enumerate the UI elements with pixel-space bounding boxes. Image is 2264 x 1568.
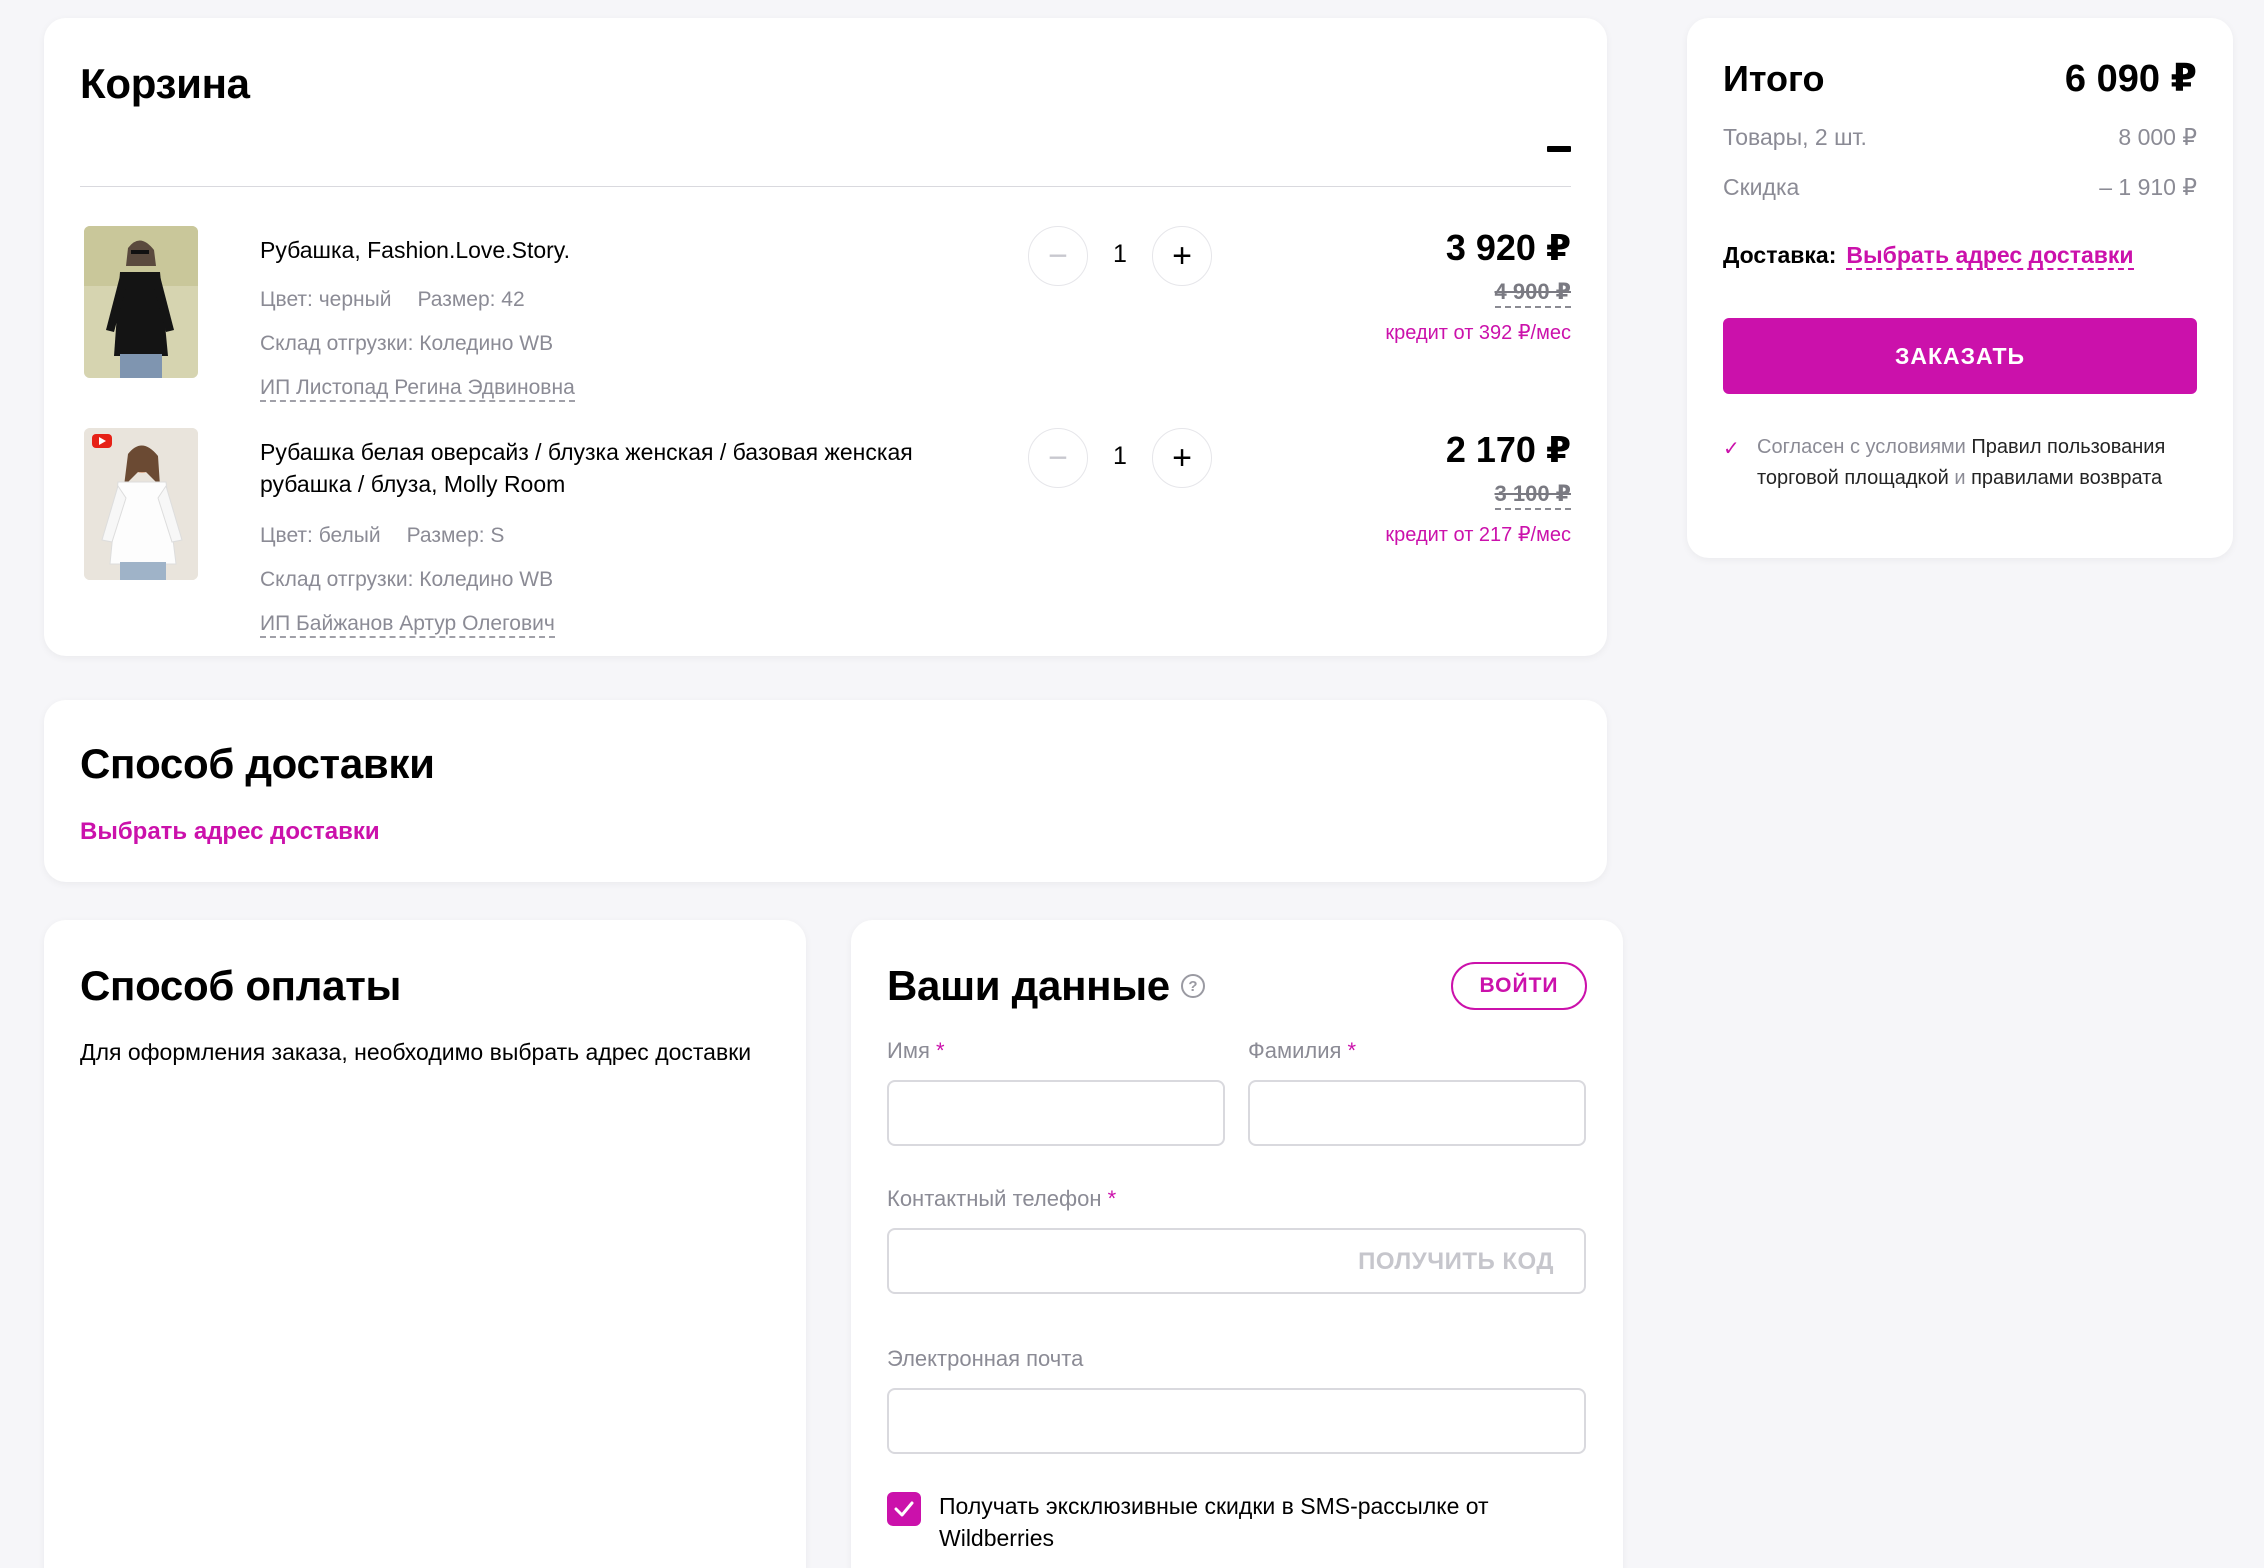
user-data-title: Ваши данные (887, 962, 1170, 1009)
required-mark: * (1107, 1186, 1117, 1211)
summary-discount-row: Скидка – 1 910 ₽ (1723, 174, 2197, 201)
qty-plus-button[interactable]: + (1152, 428, 1212, 488)
goods-value: 8 000 ₽ (2118, 124, 2197, 150)
item-price-block: 3 920 ₽ 4 900 ₽ кредит от 392 ₽/мес (1385, 226, 1571, 345)
login-button[interactable]: ВОЙТИ (1451, 962, 1587, 1010)
sms-optin-checkbox[interactable] (887, 1492, 921, 1526)
item-price-block: 2 170 ₽ 3 100 ₽ кредит от 217 ₽/мес (1385, 428, 1571, 547)
email-label: Электронная почта (887, 1346, 1084, 1371)
discount-value: – 1 910 ₽ (2099, 174, 2197, 200)
item-old-price[interactable]: 3 100 ₽ (1494, 480, 1571, 510)
item-size: Размер: S (406, 524, 505, 547)
order-button[interactable]: ЗАКАЗАТЬ (1723, 318, 2197, 394)
discount-label: Скидка (1723, 174, 1800, 200)
item-seller[interactable]: ИП Листопад Регина Эдвиновна (260, 376, 575, 402)
last-name-label-text: Фамилия (1248, 1038, 1342, 1063)
summary-total: 6 090 ₽ (2064, 58, 2197, 100)
item-price: 3 920 ₽ (1445, 227, 1571, 268)
item-old-price[interactable]: 4 900 ₽ (1494, 278, 1571, 308)
terms-prefix: Согласен с условиями (1757, 436, 1966, 458)
payment-card: Способ оплаты Для оформления заказа, нео… (44, 920, 806, 1568)
summary-title: Итого (1723, 58, 1825, 99)
cart-card: Корзина Рубашка, Fashion.Love.Story. Цве… (44, 18, 1607, 656)
product-image[interactable] (84, 226, 198, 378)
item-seller[interactable]: ИП Байжанов Артур Олегович (260, 612, 555, 638)
summary-choose-address-link[interactable]: Выбрать адрес доставки (1846, 242, 2134, 270)
first-name-label-text: Имя (887, 1038, 930, 1063)
delivery-label: Доставка: (1723, 242, 1837, 268)
last-name-label: Фамилия * (1248, 1038, 1356, 1064)
divider (80, 186, 1571, 187)
quantity-stepper: − 1 + (1028, 428, 1212, 488)
cart-item: Рубашка белая оверсайз / блузка женская … (80, 428, 1571, 638)
check-icon: ✓ (1723, 438, 1740, 460)
sms-optin-label[interactable]: Получать эксклюзивные скидки в SMS-рассы… (939, 1490, 1579, 1554)
summary-goods-row: Товары, 2 шт. 8 000 ₽ (1723, 124, 2197, 151)
qty-minus-button[interactable]: − (1028, 226, 1088, 286)
item-warehouse: Склад отгрузки: Коледино WB (260, 332, 554, 355)
first-name-field[interactable] (887, 1080, 1225, 1146)
item-attributes: Цвет: белый Размер: S (260, 524, 504, 548)
first-name-label: Имя * (887, 1038, 945, 1064)
item-attributes: Цвет: черный Размер: 42 (260, 288, 525, 312)
item-warehouse: Склад отгрузки: Коледино WB (260, 568, 554, 591)
last-name-field[interactable] (1248, 1080, 1586, 1146)
payment-title: Способ оплаты (80, 962, 402, 1009)
quantity-stepper: − 1 + (1028, 226, 1212, 286)
qty-plus-button[interactable]: + (1152, 226, 1212, 286)
cart-title: Корзина (80, 60, 250, 107)
qty-minus-button[interactable]: − (1028, 428, 1088, 488)
qty-value: 1 (1113, 240, 1127, 268)
phone-field[interactable]: ПОЛУЧИТЬ КОД (887, 1228, 1586, 1294)
terms-and: и (1954, 467, 1966, 489)
terms-text: Согласен с условиями Правил пользования … (1757, 432, 2197, 494)
terms-return-link[interactable]: правилами возврата (1971, 467, 2162, 489)
cart-item: Рубашка, Fashion.Love.Story. Цвет: черны… (80, 226, 1571, 426)
delivery-card: Способ доставки Выбрать адрес доставки (44, 700, 1607, 882)
phone-label-text: Контактный телефон (887, 1186, 1102, 1211)
collapse-icon[interactable] (1547, 146, 1571, 152)
item-price: 2 170 ₽ (1445, 429, 1571, 470)
item-color: Цвет: белый (260, 524, 381, 547)
user-data-card: Ваши данные ? ВОЙТИ Имя * Фамилия * Конт… (851, 920, 1623, 1568)
payment-notice: Для оформления заказа, необходимо выбрат… (80, 1039, 752, 1065)
help-icon[interactable]: ? (1181, 974, 1205, 998)
item-credit[interactable]: кредит от 217 ₽/мес (1385, 522, 1571, 547)
item-name[interactable]: Рубашка белая оверсайз / блузка женская … (260, 436, 1010, 500)
item-color: Цвет: черный (260, 288, 392, 311)
email-field[interactable] (887, 1388, 1586, 1454)
required-mark: * (1347, 1038, 1357, 1063)
checkmark-icon (894, 1501, 914, 1517)
summary-delivery: Доставка: Выбрать адрес доставки (1723, 242, 2134, 270)
order-summary-card: Итого 6 090 ₽ Товары, 2 шт. 8 000 ₽ Скид… (1687, 18, 2233, 558)
delivery-title: Способ доставки (80, 740, 435, 787)
choose-address-link[interactable]: Выбрать адрес доставки (80, 818, 380, 846)
phone-label: Контактный телефон * (887, 1186, 1116, 1212)
item-name[interactable]: Рубашка, Fashion.Love.Story. (260, 234, 1010, 266)
required-mark: * (935, 1038, 945, 1063)
item-credit[interactable]: кредит от 392 ₽/мес (1385, 320, 1571, 345)
item-size: Размер: 42 (417, 288, 525, 311)
goods-label: Товары, 2 шт. (1723, 124, 1867, 150)
product-image[interactable] (84, 428, 198, 580)
get-code-button[interactable]: ПОЛУЧИТЬ КОД (1358, 1248, 1554, 1276)
qty-value: 1 (1113, 442, 1127, 470)
